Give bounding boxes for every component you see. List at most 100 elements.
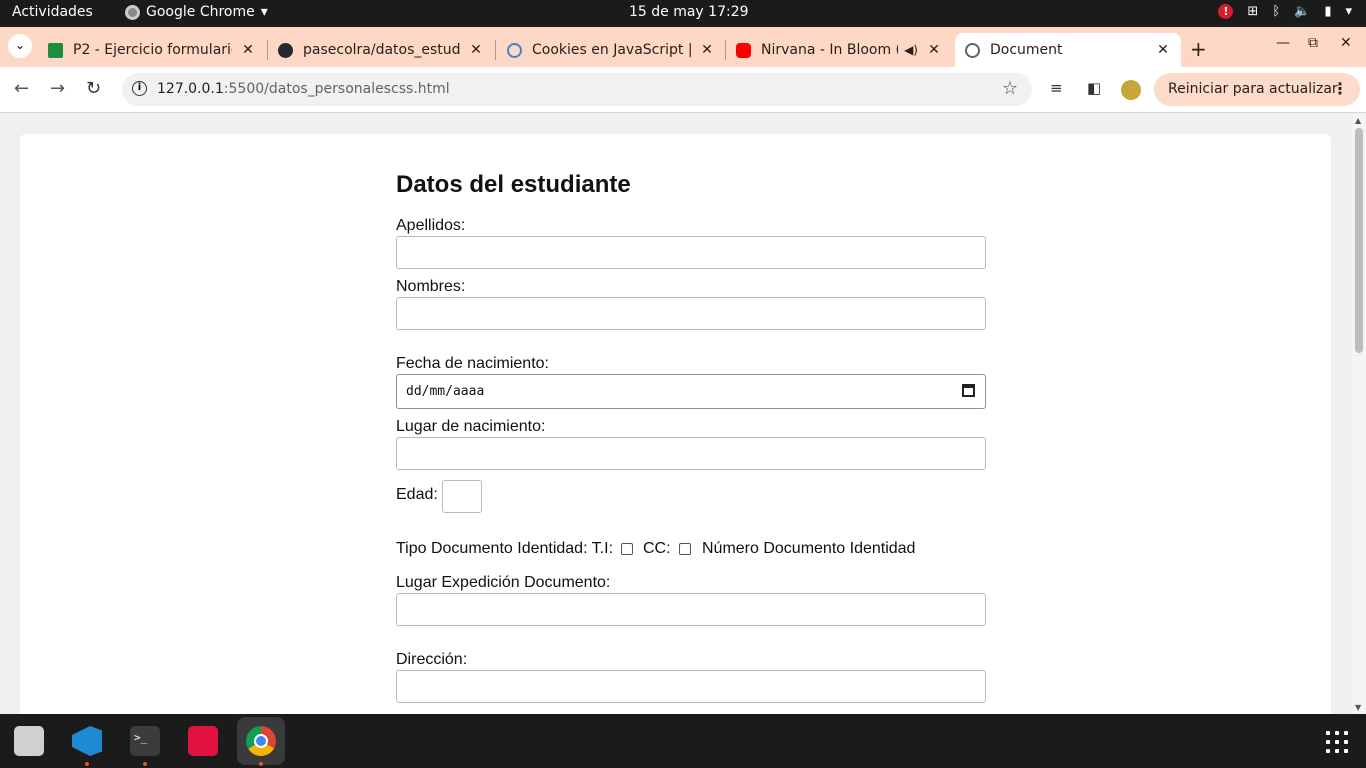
- page-viewport: Datos del estudiante Apellidos: Nombres:…: [0, 114, 1352, 714]
- running-indicator: [85, 762, 89, 766]
- bookmark-star-icon[interactable]: ☆: [1002, 78, 1018, 99]
- page-container: Datos del estudiante Apellidos: Nombres:…: [20, 134, 1331, 714]
- restart-to-update-button[interactable]: Reiniciar para actualizar ⋮: [1154, 73, 1360, 106]
- label-lugar-nacimiento: Lugar de nacimiento:: [396, 418, 546, 435]
- date-placeholder: dd/mm/aaaa: [406, 384, 485, 399]
- dock-files[interactable]: [5, 717, 53, 765]
- reload-icon[interactable]: ↻: [86, 78, 101, 99]
- tab-strip: ⌄ P2 - Ejercicio formulario ✕ pasecolra/…: [0, 27, 1366, 67]
- close-icon[interactable]: ✕: [468, 42, 484, 58]
- fecha-nacimiento-input[interactable]: dd/mm/aaaa: [396, 374, 986, 409]
- lugar-nacimiento-input[interactable]: [396, 437, 986, 470]
- label-nombres: Nombres:: [396, 278, 466, 295]
- activities-button[interactable]: Actividades: [12, 4, 93, 20]
- files-icon: [14, 726, 44, 756]
- tab-sheets[interactable]: P2 - Ejercicio formulario ✕: [38, 33, 266, 67]
- ti-checkbox[interactable]: [621, 543, 633, 555]
- tab-search-button[interactable]: ⌄: [8, 34, 32, 58]
- label-direccion: Dirección:: [396, 651, 468, 668]
- alert-icon[interactable]: !: [1218, 4, 1234, 19]
- bluetooth-icon: ᛒ: [1272, 4, 1281, 19]
- dock-screenshot[interactable]: [179, 717, 227, 765]
- address-bar[interactable]: i 127.0.0.1:5500/datos_personalescss.htm…: [122, 73, 1032, 106]
- label-edad: Edad:: [396, 486, 438, 503]
- tab-cookies[interactable]: Cookies en JavaScript | ✕: [497, 33, 725, 67]
- url-text[interactable]: 127.0.0.1:5500/datos_personalescss.html: [157, 81, 450, 97]
- close-icon[interactable]: ✕: [699, 42, 715, 58]
- tab-youtube[interactable]: Nirvana - In Bloom (O ◀) ✕: [726, 33, 952, 67]
- app-menu[interactable]: Google Chrome ▾: [125, 4, 268, 20]
- tab-github[interactable]: pasecolra/datos_estudiante ✕: [268, 33, 494, 67]
- speaker-icon[interactable]: ◀): [904, 43, 918, 57]
- dock-terminal[interactable]: >_: [121, 717, 169, 766]
- tab-title: Cookies en JavaScript |: [532, 42, 691, 58]
- terminal-icon: >_: [130, 726, 160, 756]
- system-tray[interactable]: ! ⊞ ᛒ 🔈 ▮ ▾: [1218, 4, 1352, 19]
- dock-chrome[interactable]: [237, 717, 285, 766]
- label-fecha: Fecha de nacimiento:: [396, 355, 549, 372]
- site-info-icon[interactable]: i: [132, 81, 147, 96]
- edad-input[interactable]: [442, 480, 482, 513]
- show-applications-icon[interactable]: [1326, 731, 1348, 753]
- side-panel-icon[interactable]: ◧: [1087, 79, 1101, 97]
- tab-title: Nirvana - In Bloom (O: [761, 42, 899, 58]
- page-scrollbar[interactable]: ▲ ▼: [1352, 114, 1366, 714]
- url-host: 127.0.0.1: [157, 81, 224, 97]
- clock[interactable]: 15 de may 17:29: [629, 4, 749, 20]
- lugar-expedicion-input[interactable]: [396, 593, 986, 626]
- app-menu-label: Google Chrome: [146, 4, 255, 20]
- power-menu-icon: ▾: [1345, 4, 1352, 19]
- label-lugar-expedicion: Lugar Expedición Documento:: [396, 574, 611, 591]
- screenshot-icon: [188, 726, 218, 756]
- nombres-input[interactable]: [396, 297, 986, 330]
- vscode-icon: [72, 726, 102, 756]
- tab-title: Document: [990, 42, 1063, 58]
- browser-toolbar: ← → ↻ i 127.0.0.1:5500/datos_personalesc…: [0, 67, 1366, 113]
- back-icon[interactable]: ←: [14, 78, 29, 99]
- google-sheets-icon: [48, 42, 63, 58]
- tab-title: pasecolra/datos_estudiante: [303, 42, 460, 58]
- globe-icon: [965, 42, 980, 58]
- close-icon[interactable]: ✕: [1155, 42, 1171, 58]
- scroll-down-icon[interactable]: ▼: [1355, 703, 1361, 712]
- cookie-icon: [507, 42, 522, 58]
- label-numero-documento: Número Documento Identidad: [702, 540, 916, 557]
- chrome-mini-icon: [125, 4, 140, 20]
- cc-checkbox[interactable]: [679, 543, 691, 555]
- chrome-icon: [246, 726, 276, 756]
- ubuntu-dock: >_: [0, 714, 1366, 768]
- restore-button[interactable]: ⧉: [1308, 35, 1318, 51]
- label-apellidos: Apellidos:: [396, 217, 466, 234]
- profile-avatar[interactable]: [1121, 80, 1141, 100]
- label-cc: CC:: [643, 540, 671, 557]
- tab-title: P2 - Ejercicio formulario: [73, 42, 232, 58]
- tab-separator: [495, 40, 496, 60]
- label-tipo-documento: Tipo Documento Identidad: T.I:: [396, 540, 614, 557]
- chrome-center: [254, 734, 268, 748]
- forward-icon[interactable]: →: [50, 78, 65, 99]
- system-top-bar: Actividades Google Chrome ▾ 15 de may 17…: [0, 0, 1366, 27]
- caret-down-icon: ▾: [260, 4, 268, 20]
- close-icon[interactable]: ✕: [240, 42, 256, 58]
- volume-icon: 🔈: [1294, 4, 1311, 19]
- github-icon: [278, 42, 293, 58]
- close-window-button[interactable]: ✕: [1340, 35, 1352, 51]
- apellidos-input[interactable]: [396, 236, 986, 269]
- form-title: Datos del estudiante: [396, 171, 631, 198]
- battery-icon: ▮: [1324, 4, 1332, 19]
- dock-vscode[interactable]: [63, 717, 111, 766]
- scrollbar-thumb[interactable]: [1355, 128, 1363, 353]
- calendar-icon[interactable]: [962, 384, 975, 397]
- close-icon[interactable]: ✕: [926, 42, 942, 58]
- running-indicator: [143, 762, 147, 766]
- media-control-icon[interactable]: ≡: [1050, 79, 1063, 97]
- direccion-input[interactable]: [396, 670, 986, 703]
- more-menu-icon[interactable]: ⋮: [1332, 79, 1348, 98]
- scroll-up-icon[interactable]: ▲: [1355, 116, 1361, 125]
- tab-document[interactable]: Document ✕: [955, 33, 1181, 67]
- url-path: :5500/datos_personalescss.html: [223, 81, 450, 97]
- network-icon: ⊞: [1247, 4, 1259, 19]
- minimize-button[interactable]: —: [1276, 35, 1290, 51]
- running-indicator: [259, 762, 263, 766]
- new-tab-button[interactable]: +: [1190, 37, 1207, 61]
